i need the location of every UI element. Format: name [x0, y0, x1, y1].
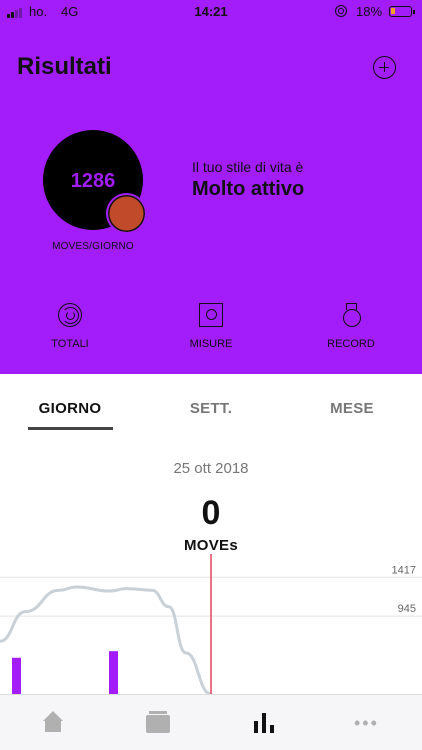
orientation-lock-icon	[335, 5, 347, 17]
tab-sett[interactable]: SETT.	[141, 400, 281, 417]
page-title: Risultati	[17, 53, 112, 80]
add-button[interactable]	[373, 56, 396, 79]
active-tab-indicator	[28, 427, 113, 430]
nav-tasks[interactable]	[105, 705, 210, 741]
nav-home[interactable]	[0, 705, 105, 741]
bar-chart-icon	[252, 711, 276, 733]
results-header-panel: ho. 4G 14:21 18% Risultati 1286 MOVES/GI…	[0, 0, 422, 374]
totali-button[interactable]: TOTALI	[20, 303, 120, 350]
tab-mese[interactable]: MESE	[282, 400, 422, 417]
period-tabs: GIORNO SETT. MESE	[0, 374, 422, 436]
avatar[interactable]	[106, 193, 147, 234]
tab-giorno[interactable]: GIORNO	[0, 400, 140, 417]
bottom-nav: •••	[0, 694, 422, 750]
record-button[interactable]: RECORD	[301, 303, 401, 350]
chart-y-tick-label: 945	[398, 603, 416, 615]
nav-more[interactable]: •••	[316, 705, 421, 741]
nav-results[interactable]	[211, 705, 316, 741]
totals-icon	[58, 303, 82, 327]
lifestyle-value: Molto attivo	[192, 178, 305, 200]
moves-per-day-label: MOVES/GIORNO	[52, 241, 134, 252]
tasks-icon	[146, 711, 170, 733]
battery-percent: 18%	[356, 4, 383, 19]
totali-label: TOTALI	[51, 338, 89, 350]
chart-bar	[109, 651, 118, 694]
home-icon	[41, 711, 65, 733]
day-moves-value: 0	[201, 494, 221, 532]
status-bar: ho. 4G 14:21 18%	[0, 0, 422, 24]
medal-icon	[339, 303, 363, 327]
record-label: RECORD	[327, 338, 375, 350]
moves-per-day-value: 1286	[70, 170, 116, 192]
chart-series-line	[0, 585, 213, 694]
chart-y-tick-label: 1417	[392, 564, 416, 576]
lifestyle-label: Il tuo stile di vita è	[192, 159, 304, 175]
moves-chart[interactable]: 1417 945	[0, 554, 422, 694]
more-icon: •••	[354, 713, 379, 733]
battery-icon	[389, 6, 415, 17]
chart-bar	[12, 657, 21, 694]
scale-icon	[199, 303, 223, 327]
misure-label: MISURE	[189, 338, 233, 350]
misure-button[interactable]: MISURE	[161, 303, 261, 350]
selected-date: 25 ott 2018	[173, 460, 249, 477]
day-moves-unit: MOVEs	[183, 537, 238, 554]
